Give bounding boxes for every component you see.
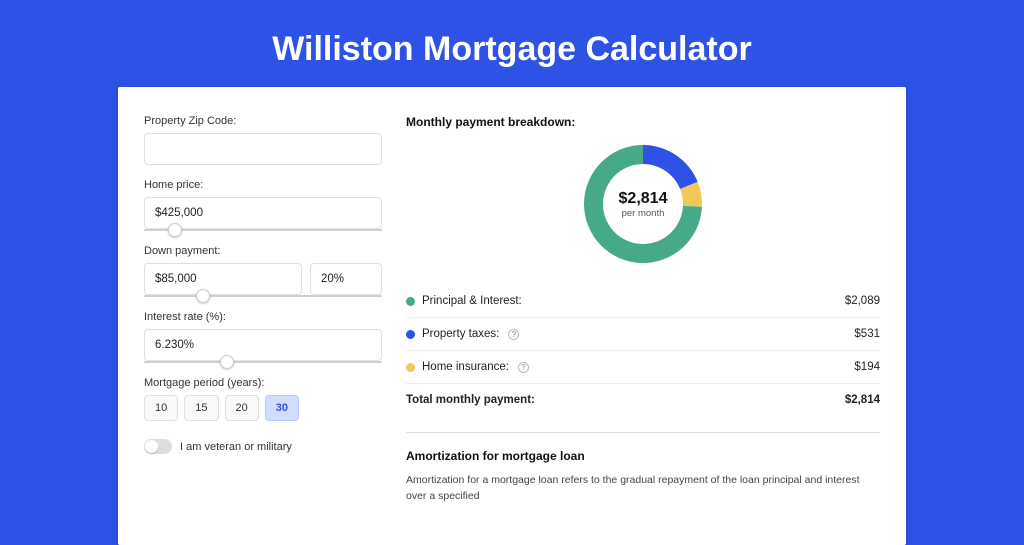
legend-dot bbox=[406, 297, 415, 306]
veteran-toggle[interactable] bbox=[144, 439, 172, 454]
rate-input[interactable] bbox=[144, 329, 382, 361]
total-amount: $2,814 bbox=[845, 394, 880, 406]
breakdown-title: Monthly payment breakdown: bbox=[406, 115, 880, 129]
period-button-15[interactable]: 15 bbox=[184, 395, 218, 421]
legend-amount: $2,089 bbox=[845, 295, 880, 307]
page-title: Williston Mortgage Calculator bbox=[0, 0, 1024, 87]
info-icon[interactable]: ? bbox=[508, 329, 519, 340]
donut-center: $2,814 per month bbox=[582, 143, 704, 265]
home-price-field-group: Home price: bbox=[144, 179, 382, 231]
veteran-row: I am veteran or military bbox=[144, 439, 382, 454]
total-label: Total monthly payment: bbox=[406, 394, 535, 406]
legend-label: Principal & Interest: bbox=[422, 295, 522, 307]
rate-label: Interest rate (%): bbox=[144, 311, 382, 323]
period-button-30[interactable]: 30 bbox=[265, 395, 299, 421]
period-button-row: 1015 2030 bbox=[144, 395, 382, 421]
donut-wrap: $2,814 per month bbox=[406, 143, 880, 265]
legend-amount: $194 bbox=[854, 361, 880, 373]
legend-dot bbox=[406, 330, 415, 339]
payment-donut-chart: $2,814 per month bbox=[582, 143, 704, 265]
period-button-10[interactable]: 10 bbox=[144, 395, 178, 421]
rate-slider-thumb[interactable] bbox=[220, 355, 234, 369]
rate-field-group: Interest rate (%): bbox=[144, 311, 382, 363]
calculator-card: Property Zip Code: Home price: Down paym… bbox=[118, 87, 906, 545]
form-column: Property Zip Code: Home price: Down paym… bbox=[144, 115, 382, 505]
down-slider-thumb[interactable] bbox=[196, 289, 210, 303]
info-icon[interactable]: ? bbox=[518, 362, 529, 373]
legend-row: Home insurance:? $194 bbox=[406, 350, 880, 383]
legend-row: Property taxes:? $531 bbox=[406, 317, 880, 350]
amortization-section: Amortization for mortgage loan Amortizat… bbox=[406, 432, 880, 505]
down-amount-input[interactable] bbox=[144, 263, 302, 295]
down-pct-input[interactable] bbox=[310, 263, 382, 295]
down-label: Down payment: bbox=[144, 245, 382, 257]
breakdown-column: Monthly payment breakdown: $2,814 per mo… bbox=[406, 115, 880, 505]
donut-sub: per month bbox=[622, 208, 665, 219]
veteran-toggle-knob bbox=[145, 440, 158, 453]
period-field-group: Mortgage period (years): 1015 2030 bbox=[144, 377, 382, 421]
veteran-label: I am veteran or military bbox=[180, 441, 292, 453]
donut-amount: $2,814 bbox=[619, 190, 668, 208]
home-price-slider[interactable] bbox=[144, 229, 382, 231]
down-field-group: Down payment: bbox=[144, 245, 382, 297]
zip-field-group: Property Zip Code: bbox=[144, 115, 382, 165]
legend-row: Principal & Interest: $2,089 bbox=[406, 285, 880, 317]
amortization-title: Amortization for mortgage loan bbox=[406, 449, 880, 463]
zip-label: Property Zip Code: bbox=[144, 115, 382, 127]
down-slider[interactable] bbox=[144, 295, 382, 297]
period-label: Mortgage period (years): bbox=[144, 377, 382, 389]
legend-list: Principal & Interest: $2,089 Property taxe… bbox=[406, 285, 880, 416]
zip-input[interactable] bbox=[144, 133, 382, 165]
legend-dot bbox=[406, 363, 415, 372]
home-price-slider-thumb[interactable] bbox=[168, 223, 182, 237]
legend-label: Property taxes: bbox=[422, 328, 499, 340]
legend-label: Home insurance: bbox=[422, 361, 509, 373]
amortization-text: Amortization for a mortgage loan refers … bbox=[406, 473, 880, 505]
rate-slider[interactable] bbox=[144, 361, 382, 363]
home-price-label: Home price: bbox=[144, 179, 382, 191]
total-row: Total monthly payment: $2,814 bbox=[406, 383, 880, 416]
period-button-20[interactable]: 20 bbox=[225, 395, 259, 421]
legend-amount: $531 bbox=[854, 328, 880, 340]
